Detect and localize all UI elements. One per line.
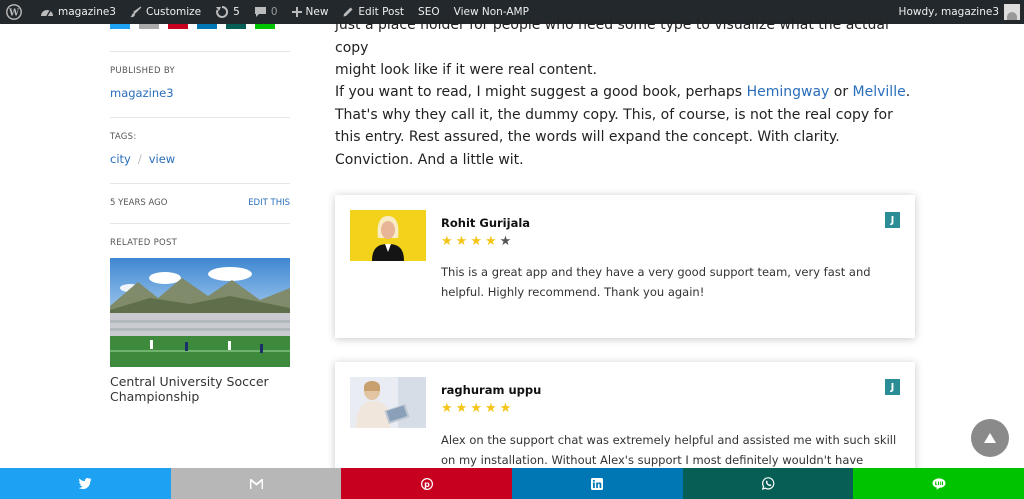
tag-link-city[interactable]: city — [110, 152, 131, 166]
reviewer-name: Rohit Gurijala — [441, 216, 531, 230]
updates-link[interactable]: 5 — [208, 0, 247, 24]
comment-icon — [254, 7, 266, 17]
star-filled-icon: ★ — [441, 234, 453, 249]
paragraph-line: just a place holder for people who need … — [335, 17, 889, 56]
link-hemingway[interactable]: Hemingway — [747, 84, 830, 100]
star-empty-icon: ★ — [499, 234, 512, 249]
star-filled-icon: ★ — [455, 234, 468, 249]
updates-icon — [216, 5, 229, 18]
star-filled-icon: ★ — [470, 401, 482, 416]
share-gmail-button[interactable] — [170, 468, 342, 499]
share-stub-pinterest[interactable] — [168, 24, 188, 29]
author-link[interactable]: magazine3 — [110, 86, 174, 100]
star-rating: ★ ★ ★ ★ ★ — [441, 402, 511, 415]
avatar — [1004, 4, 1020, 20]
divider — [110, 223, 290, 224]
new-content-link[interactable]: New — [285, 0, 336, 24]
star-filled-icon: ★ — [441, 401, 453, 416]
share-stub-email[interactable] — [139, 24, 159, 29]
customize-link[interactable]: Customize — [123, 0, 208, 24]
reviewer-name: raghuram uppu — [441, 383, 542, 397]
updates-count: 5 — [233, 6, 240, 18]
svg-text:p: p — [424, 480, 430, 489]
line-icon — [932, 477, 946, 490]
judgeme-badge-icon: J — [885, 212, 900, 228]
comments-count: 0 — [270, 6, 278, 18]
twitter-icon — [78, 478, 92, 489]
dashboard-icon — [41, 10, 53, 17]
star-rating: ★ ★ ★ ★ ★ — [441, 235, 511, 248]
tag-separator: / — [137, 152, 142, 166]
reviewer-photo — [350, 210, 426, 261]
share-stub-whatsapp[interactable] — [226, 24, 246, 29]
arrow-up-icon — [984, 433, 996, 443]
brush-icon — [130, 6, 142, 18]
edit-this-link[interactable]: EDIT THIS — [248, 198, 290, 208]
paragraph-text: If you want to read, I might suggest a g… — [335, 84, 747, 100]
review-card: Rohit Gurijala ★ ★ ★ ★ ★ This is a great app… — [335, 195, 915, 338]
tags-label: TAGS: — [110, 132, 137, 142]
review-text: This is a great app and they have a very… — [441, 265, 871, 299]
site-name-link[interactable]: magazine3 — [33, 0, 123, 24]
new-label: New — [305, 6, 329, 18]
share-linkedin-button[interactable] — [512, 468, 683, 499]
reviewer-photo — [350, 377, 426, 428]
star-filled-icon: ★ — [455, 401, 468, 416]
sidebar-share-buttons — [110, 24, 275, 29]
related-post-image[interactable] — [110, 258, 290, 367]
review-text: Alex on the support chat was extremely h… — [441, 433, 897, 467]
tags-list: city / view — [110, 152, 175, 166]
paragraph-line: might look like if it were real content. — [335, 62, 597, 78]
customize-label: Customize — [146, 6, 202, 18]
tag-link-view[interactable]: view — [149, 152, 175, 166]
share-line-button[interactable] — [853, 468, 1024, 499]
share-twitter-button[interactable] — [0, 468, 171, 499]
link-melville[interactable]: Melville — [853, 84, 906, 100]
svg-text:W: W — [8, 9, 20, 19]
comments-link[interactable]: 0 — [247, 0, 285, 24]
star-filled-icon: ★ — [499, 401, 512, 416]
scroll-to-top-button[interactable] — [971, 419, 1009, 457]
post-date: 5 YEARS AGO — [110, 198, 168, 208]
share-stub-line[interactable] — [255, 24, 275, 29]
site-name-label: magazine3 — [58, 6, 116, 18]
gmail-icon — [249, 478, 263, 489]
paragraph: If you want to read, I might suggest a g… — [335, 81, 915, 171]
share-bar: p — [0, 468, 1024, 499]
page: W magazine3 Customize 5 0 New Edit Post … — [0, 0, 1024, 499]
pinterest-icon: p — [420, 477, 433, 490]
divider — [110, 117, 290, 118]
divider — [110, 51, 290, 52]
my-account-link[interactable]: Howdy, magazine3 — [899, 0, 1020, 24]
star-filled-icon: ★ — [470, 234, 482, 249]
star-filled-icon: ★ — [484, 401, 497, 416]
whatsapp-icon — [761, 477, 774, 490]
star-filled-icon: ★ — [484, 234, 497, 249]
judgeme-badge-icon: J — [885, 379, 900, 395]
share-stub-linkedin[interactable] — [197, 24, 217, 29]
divider — [110, 183, 290, 184]
wordpress-logo-button[interactable]: W — [0, 0, 33, 24]
paragraph-text: or — [829, 84, 853, 100]
paragraph: just a place holder for people who need … — [335, 14, 915, 82]
published-by-label: PUBLISHED BY — [110, 66, 175, 76]
related-post-title[interactable]: Central University Soccer Championship — [110, 374, 290, 404]
wordpress-logo-icon: W — [6, 4, 22, 20]
share-stub-twitter[interactable] — [110, 24, 130, 29]
share-whatsapp-button[interactable] — [682, 468, 854, 499]
related-post-label: RELATED POST — [110, 238, 178, 248]
plus-icon — [291, 7, 302, 17]
share-pinterest-button[interactable]: p — [341, 468, 513, 499]
linkedin-icon — [591, 477, 604, 490]
